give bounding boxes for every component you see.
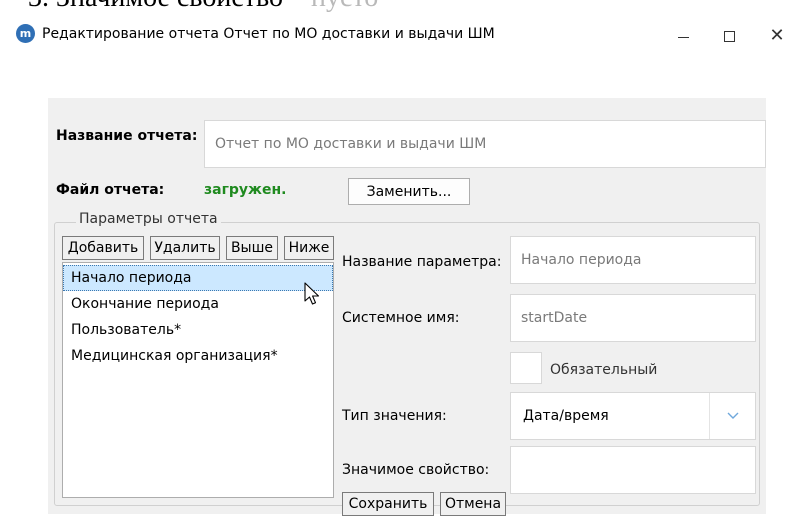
file-status-text: загружен. bbox=[204, 182, 287, 198]
significant-property-label: Значимое свойство: bbox=[342, 462, 490, 478]
maximize-button[interactable] bbox=[706, 20, 752, 52]
report-editor-window: m Редактирование отчета Отчет по МО дост… bbox=[12, 20, 800, 516]
list-item[interactable]: Пользователь* bbox=[63, 317, 333, 343]
parameters-list[interactable]: Начало периода Окончание периода Пользов… bbox=[62, 262, 334, 498]
system-name-input[interactable]: startDate bbox=[510, 294, 756, 342]
close-button[interactable]: ✕ bbox=[754, 20, 800, 52]
parameter-name-label: Название параметра: bbox=[342, 254, 502, 270]
list-item[interactable]: Медицинская организация* bbox=[63, 343, 333, 369]
delete-parameter-button[interactable]: Удалить bbox=[150, 236, 220, 260]
title-bar[interactable]: m Редактирование отчета Отчет по МО дост… bbox=[12, 20, 800, 52]
caption-text: 3. Значимое свойство bbox=[28, 0, 283, 13]
value-type-select[interactable]: Дата/время bbox=[510, 392, 756, 440]
list-item[interactable]: Начало периода bbox=[63, 265, 333, 291]
value-type-label: Тип значения: bbox=[342, 408, 447, 424]
chevron-down-glyph bbox=[727, 412, 738, 419]
system-name-label: Системное имя: bbox=[342, 310, 460, 326]
report-file-label: Файл отчета: bbox=[56, 182, 165, 198]
replace-file-button[interactable]: Заменить... bbox=[348, 178, 470, 205]
significant-property-input[interactable] bbox=[510, 446, 756, 494]
report-name-input[interactable]: Отчет по МО доставки и выдачи ШМ bbox=[204, 120, 766, 168]
list-item[interactable]: Окончание периода bbox=[63, 291, 333, 317]
move-down-button[interactable]: Ниже bbox=[284, 236, 334, 260]
add-parameter-button[interactable]: Добавить bbox=[62, 236, 144, 260]
window-title: Редактирование отчета Отчет по МО достав… bbox=[42, 26, 495, 42]
cancel-button[interactable]: Отмена bbox=[440, 492, 506, 516]
move-up-button[interactable]: Выше bbox=[226, 236, 278, 260]
value-type-selected: Дата/время bbox=[523, 408, 609, 424]
save-button[interactable]: Сохранить bbox=[342, 492, 434, 516]
chevron-down-icon[interactable] bbox=[709, 393, 755, 439]
report-name-label: Название отчета: bbox=[56, 128, 198, 144]
parameters-group-title: Параметры отчета bbox=[76, 211, 221, 227]
dialog-body: Название отчета: Отчет по МО доставки и … bbox=[48, 98, 766, 516]
document-caption: 3. Значимое свойство – пусто bbox=[28, 0, 378, 14]
maximize-icon bbox=[723, 30, 735, 42]
app-logo-icon: m bbox=[16, 24, 35, 43]
mouse-pointer-icon bbox=[304, 282, 320, 305]
caption-muted-text: – пусто bbox=[290, 0, 378, 13]
minimize-icon bbox=[677, 36, 689, 38]
parameter-name-input[interactable]: Начало периода bbox=[510, 236, 756, 284]
minimize-button[interactable] bbox=[660, 20, 706, 52]
close-icon: ✕ bbox=[769, 25, 785, 46]
required-checkbox[interactable] bbox=[510, 352, 542, 384]
required-label: Обязательный bbox=[550, 362, 658, 378]
